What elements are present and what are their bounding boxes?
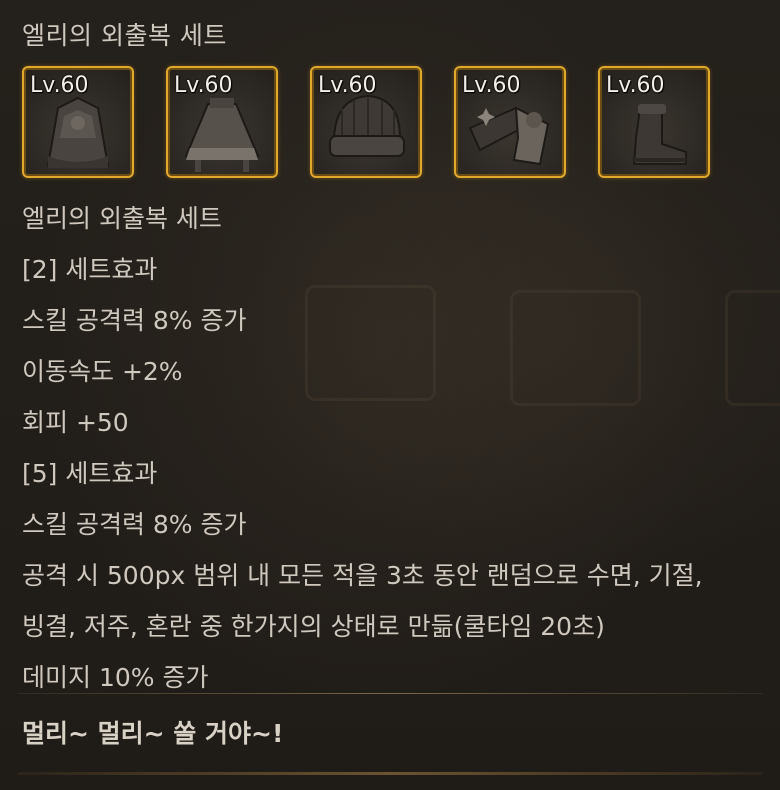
set-effect-line: 공격 시 500px 범위 내 모든 적을 3초 동안 랜덤으로 수면, 기절, (22, 561, 703, 590)
set-effect-line: 데미지 10% 증가 (22, 663, 209, 692)
set-item-slot-coat[interactable]: Lv.60 (22, 66, 134, 178)
item-level: Lv.60 (606, 73, 665, 98)
set-effect-header-2: [2] 세트효과 (22, 255, 158, 284)
divider (18, 693, 763, 694)
set-title: 엘리의 외출복 세트 (22, 21, 227, 50)
set-item-slot-boots[interactable]: Lv.60 (598, 66, 710, 178)
item-level: Lv.60 (318, 73, 377, 98)
set-item-slot-hat[interactable]: Lv.60 (310, 66, 422, 178)
description-set-name: 엘리의 외출복 세트 (22, 204, 222, 233)
set-effect-description: 엘리의 외출복 세트 [2] 세트효과 스킬 공격력 8% 증가 이동속도 +2… (22, 193, 762, 703)
set-effect-line: 스킬 공격력 8% 증가 (22, 306, 247, 335)
set-item-slot-gloves[interactable]: Lv.60 (454, 66, 566, 178)
set-effect-line: 스킬 공격력 8% 증가 (22, 510, 247, 539)
set-item-slots: Lv.60 Lv.60 Lv.60 Lv.60 Lv.60 (22, 66, 722, 178)
item-level: Lv.60 (30, 73, 89, 98)
tooltip-bottom-edge (18, 772, 763, 775)
set-effect-line: 빙결, 저주, 혼란 중 한가지의 상태로 만듦(쿨타임 20초) (22, 612, 605, 641)
flavor-text: 멀리~ 멀리~ 쏠 거야~! (22, 719, 284, 748)
set-effect-header-5: [5] 세트효과 (22, 459, 158, 488)
item-level: Lv.60 (462, 73, 521, 98)
set-effect-line: 회피 +50 (22, 408, 129, 437)
item-level: Lv.60 (174, 73, 233, 98)
set-item-slot-skirt[interactable]: Lv.60 (166, 66, 278, 178)
item-set-tooltip: 엘리의 외출복 세트 Lv.60 Lv.60 Lv.60 Lv.60 Lv.60… (0, 0, 780, 790)
set-effect-line: 이동속도 +2% (22, 357, 183, 386)
